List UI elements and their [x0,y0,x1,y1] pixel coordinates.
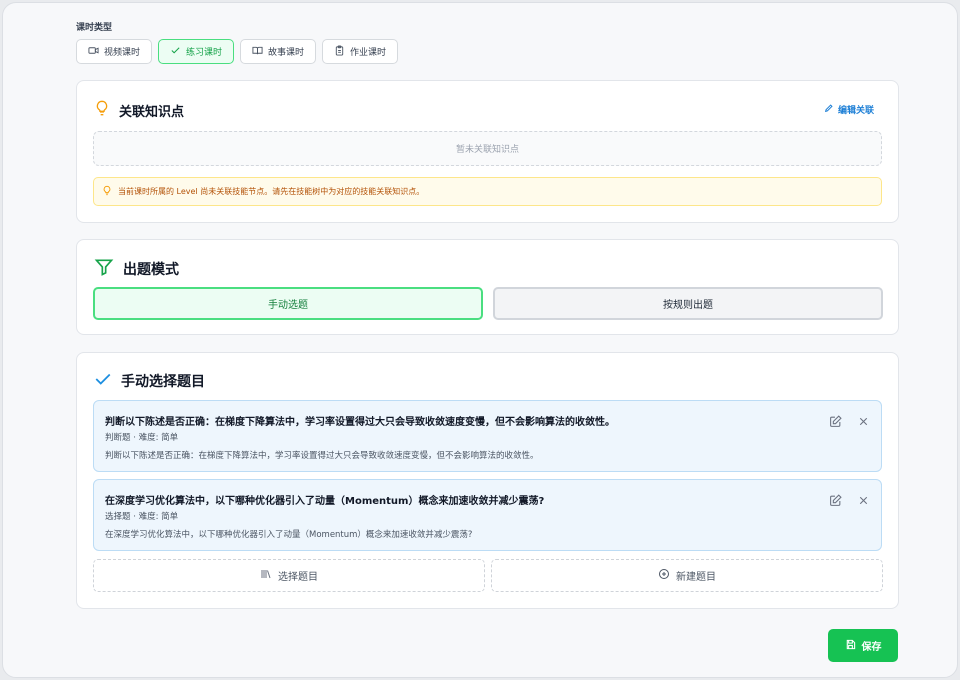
manual-mode-button[interactable]: 手动选题 [93,287,483,320]
lesson-type-label-text: 练习课时 [186,48,223,58]
question-item[interactable]: 在深度学习优化算法中，以下哪种优化器引入了动量（Momentum）概念来加速收敛… [93,479,882,551]
lesson-type-selector: 视频课时 练习课时 故事课时 作业课时 [76,39,399,64]
lesson-type-practice-button[interactable]: 练习课时 [158,39,235,64]
knowledge-warning-text: 当前课时所属的 Level 尚未关联技能节点。请先在技能树中为对应的技能关联知识… [118,187,425,196]
select-questions-label: 选择题目 [278,572,318,583]
lesson-type-label-text: 作业课时 [350,48,387,58]
knowledge-empty-state: 暂未关联知识点 [93,131,882,166]
close-icon[interactable] [857,494,871,508]
question-title: 判断以下陈述是否正确：在梯度下降算法中，学习率设置得过大只会导致收敛速度变慢，但… [105,417,615,428]
lesson-type-story-button[interactable]: 故事课时 [240,39,317,64]
video-icon [88,45,99,59]
lesson-type-label-text: 视频课时 [104,48,141,58]
manual-selection-title-text: 手动选择题目 [121,374,205,390]
knowledge-title: 关联知识点 [94,99,184,121]
save-button[interactable]: 保存 [828,629,898,662]
rule-mode-button[interactable]: 按规则出题 [493,287,883,320]
clipboard-icon [334,44,345,59]
select-questions-button[interactable]: 选择题目 [93,559,485,592]
question-meta: 选择题 · 难度: 简单 [105,512,179,522]
edit-association-label: 编辑关联 [837,106,874,116]
lightbulb-icon [94,99,110,121]
question-actions [829,415,871,429]
question-actions [829,494,871,508]
pencil-icon [824,103,834,116]
edit-icon[interactable] [829,494,843,508]
new-question-button[interactable]: 新建题目 [491,559,883,592]
lesson-type-label: 课时类型 [76,23,113,33]
edit-icon[interactable] [829,415,843,429]
question-description: 判断以下陈述是否正确：在梯度下降算法中，学习率设置得过大只会导致收敛速度变慢，但… [105,451,539,461]
lesson-type-label-text: 故事课时 [268,48,305,58]
check-icon [94,370,112,392]
question-mode-options: 手动选题 按规则出题 [93,287,883,320]
lesson-type-homework-button[interactable]: 作业课时 [322,39,399,64]
manual-selection-card: 手动选择题目 判断以下陈述是否正确：在梯度下降算法中，学习率设置得过大只会导致收… [76,352,899,609]
question-mode-title: 出题模式 [94,257,179,281]
knowledge-warning: 当前课时所属的 Level 尚未关联技能节点。请先在技能树中为对应的技能关联知识… [93,177,882,206]
add-question-actions: 选择题目 新建题目 [93,559,883,592]
app-window: 课时类型 视频课时 练习课时 故事课时 作业课时 关联知识点 编辑关联 暂未关联… [2,2,958,678]
question-title: 在深度学习优化算法中，以下哪种优化器引入了动量（Momentum）概念来加速收敛… [105,496,545,507]
question-description: 在深度学习优化算法中，以下哪种优化器引入了动量（Momentum）概念来加速收敛… [105,530,473,540]
library-icon [260,568,272,583]
new-question-label: 新建题目 [676,572,716,583]
lesson-type-video-button[interactable]: 视频课时 [76,39,153,64]
check-icon [170,45,181,59]
question-meta: 判断题 · 难度: 简单 [105,433,179,443]
question-mode-card: 出题模式 手动选题 按规则出题 [76,239,899,335]
edit-association-link[interactable]: 编辑关联 [824,103,874,116]
close-icon[interactable] [857,415,871,429]
lightbulb-icon [102,185,112,198]
book-icon [252,45,263,59]
knowledge-card: 关联知识点 编辑关联 暂未关联知识点 当前课时所属的 Level 尚未关联技能节… [76,80,899,223]
save-label: 保存 [861,642,882,653]
knowledge-title-text: 关联知识点 [119,104,185,120]
question-item[interactable]: 判断以下陈述是否正确：在梯度下降算法中，学习率设置得过大只会导致收敛速度变慢，但… [93,400,882,472]
manual-selection-title: 手动选择题目 [94,370,205,392]
save-icon [845,639,856,653]
plus-circle-icon [658,568,670,583]
question-mode-title-text: 出题模式 [123,262,179,278]
filter-icon [94,257,114,281]
